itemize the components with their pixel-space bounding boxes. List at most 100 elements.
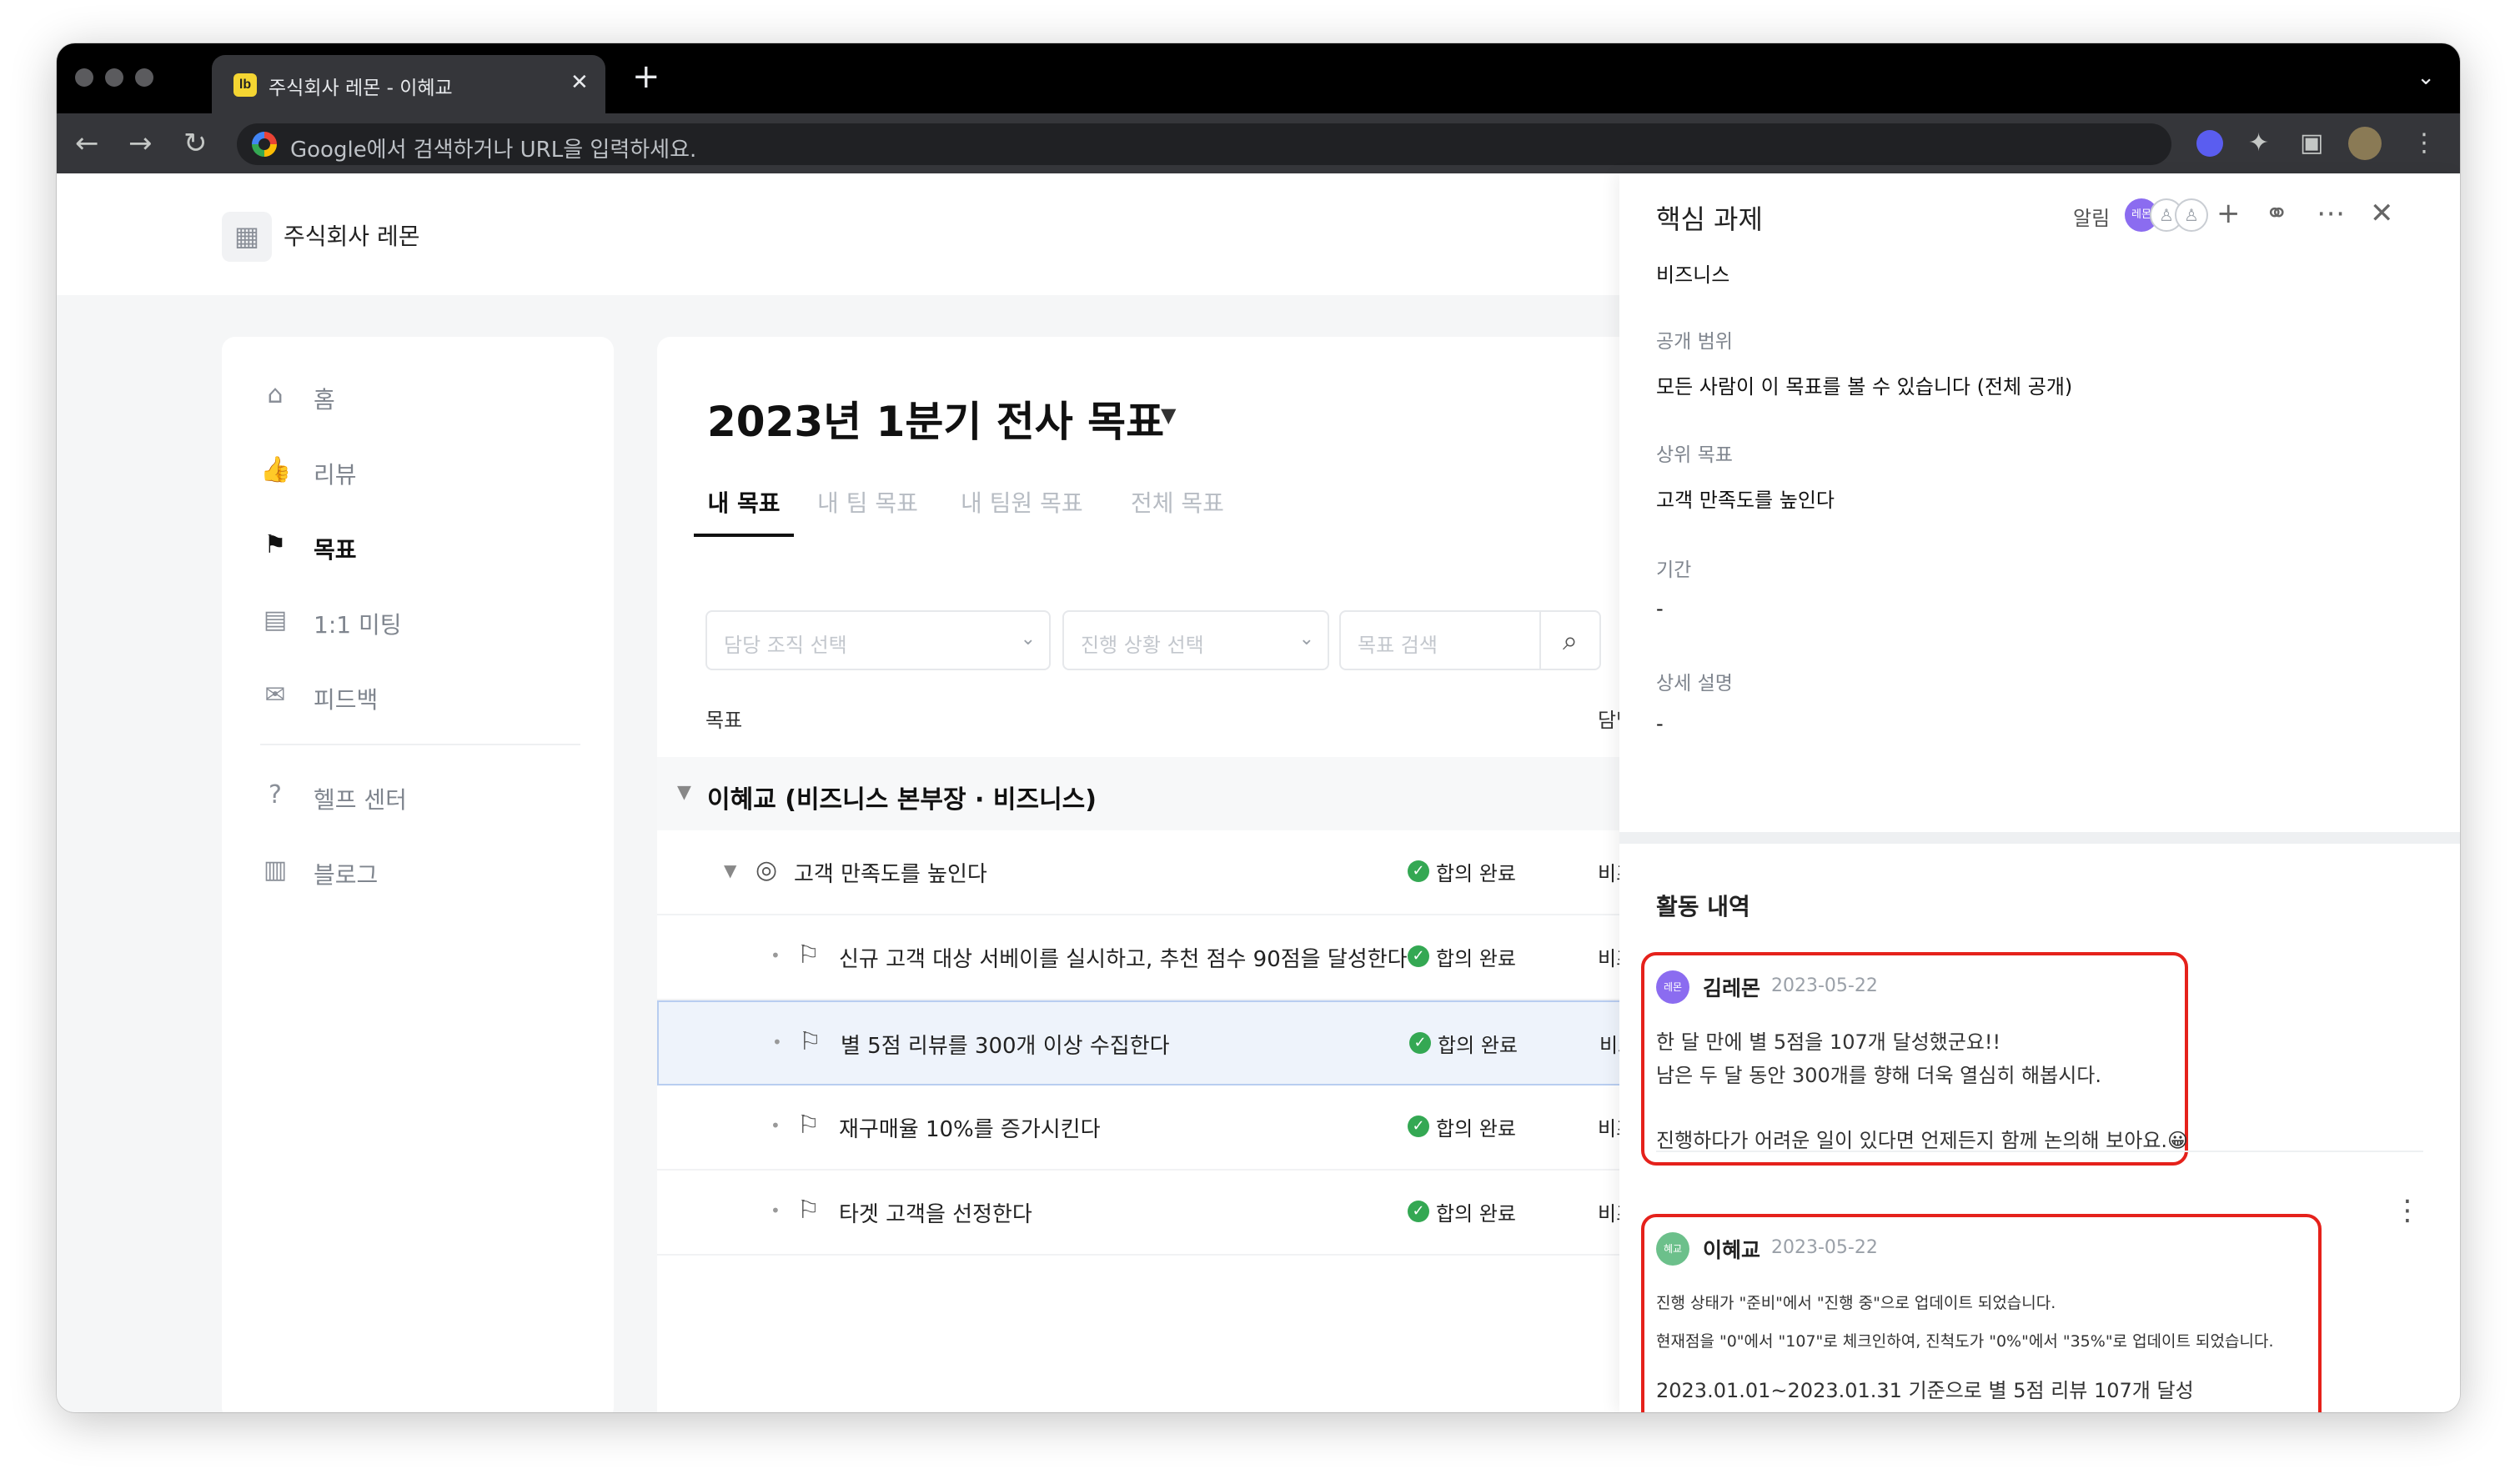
sidebar-item-help[interactable]: ? 헬프 센터 [260,774,577,815]
chevron-down-icon: ⌄ [1020,629,1036,649]
org-select[interactable]: 담당 조직 선택 ⌄ [705,610,1051,670]
sidebar-item-label: 블로그 [314,861,379,889]
org-select-placeholder: 담당 조직 선택 [724,634,847,657]
sidebar-item-blog[interactable]: ▥ 블로그 [260,849,577,890]
sidebar-divider [260,744,580,745]
goal-title: 신규 고객 대상 서베이를 실시하고, 추천 점수 90점을 달성한다 [839,947,1408,972]
tab-label: 내 목표 [707,489,781,517]
status-badge: 합의 완료 [1436,862,1516,885]
maximize-window-button[interactable] [135,68,153,87]
title-dropdown-icon[interactable]: ▼ [1161,404,1176,427]
reload-icon[interactable]: ↻ [183,125,208,162]
search-icon[interactable]: ⌕ [1539,610,1601,670]
app-body: ▦ 주식회사 레몬 ⌂ 홈 👍 리뷰 ⚑ 목표 ▤ 1:1 미팅 ✉ 피드백 ?… [57,173,2460,1412]
comment-text-line: 남은 두 달 동안 300개를 향해 더욱 열심히 해봅시다. [1656,1064,2101,1087]
comment-date: 2023-05-22 [1771,975,1878,996]
sidebar-item-label: 홈 [314,386,335,414]
mail-icon: ✉ [264,680,286,709]
side-panel-icon[interactable]: ▣ [2300,127,2323,160]
table-row[interactable]: • ⚐ 타겟 고객을 선정한다 ✓ 합의 완료 비즈니스 [657,1171,1691,1256]
sidebar-item-feedback[interactable]: ✉ 피드백 [260,674,577,715]
home-icon: ⌂ [267,380,284,409]
close-icon[interactable]: ✕ [2370,195,2394,232]
avatar: 혜교 [1656,1232,1689,1266]
sidebar: ⌂ 홈 👍 리뷰 ⚑ 목표 ▤ 1:1 미팅 ✉ 피드백 ? 헬프 센터 ▥ 블… [222,337,614,1412]
tab-search-chevron-icon[interactable]: ⌄ [2417,65,2435,90]
profile-avatar[interactable] [2348,127,2382,160]
tab-all-goals[interactable]: 전체 목표 [1131,485,1224,537]
caret-down-icon[interactable]: ▼ [724,860,736,880]
status-badge: 합의 완료 [1436,1202,1516,1226]
minimize-window-button[interactable] [105,68,123,87]
comment-author: 이혜교 [1703,1238,1761,1262]
tab-my-goals[interactable]: 내 목표 [694,485,794,537]
add-icon[interactable]: + [2216,195,2241,232]
goals-main: 2023년 1분기 전사 목표 ▼ 내 목표 내 팀 목표 내 팀원 목표 전체… [657,337,1691,1412]
sidebar-item-home[interactable]: ⌂ 홈 [260,374,577,415]
browser-tab[interactable]: lb 주식회사 레몬 - 이혜교 ✕ [212,55,605,113]
status-select[interactable]: 진행 상황 선택 ⌄ [1062,610,1329,670]
more-horizontal-icon[interactable]: ⋯ [2317,195,2345,232]
status-select-placeholder: 진행 상황 선택 [1081,634,1204,657]
help-icon: ? [269,780,282,810]
alert-label[interactable]: 알림 [2073,202,2110,231]
update-text-line: 현재점을 "0"에서 "107"로 체크인하여, 진척도가 "0%"에서 "35… [1656,1332,2274,1351]
tab-member-goals[interactable]: 내 팀원 목표 [961,485,1083,537]
period-value: - [1656,597,1664,620]
table-row[interactable]: • ⚐ 신규 고객 대상 서베이를 실시하고, 추천 점수 90점을 달성한다 … [657,915,1691,1000]
comment-text-line: 한 달 만에 별 5점을 107개 달성했군요!! [1656,1030,2001,1054]
goal-search-input[interactable]: 목표 검색 [1339,610,1543,670]
update-text-line: 진행 상태가 "준비"에서 "진행 중"으로 업데이트 되었습니다. [1656,1294,2056,1312]
forward-arrow-icon[interactable]: → [128,125,153,162]
close-window-button[interactable] [75,68,93,87]
goal-title: 고객 만족도를 높인다 [794,862,987,887]
browser-window: lb 주식회사 레몬 - 이혜교 ✕ + ⌄ ← → ↻ Google에서 검색… [57,43,2460,1412]
back-arrow-icon[interactable]: ← [75,125,99,162]
tab-team-goals[interactable]: 내 팀 목표 [817,485,918,537]
goal-title: 별 5점 리뷰를 300개 이상 수집한다 [841,1034,1170,1059]
link-icon[interactable]: ⚭ [2265,195,2289,232]
user-icon[interactable]: ♙ [2175,198,2208,232]
flag-outline-icon: ⚐ [797,1110,820,1140]
company-name[interactable]: 주식회사 레몬 [284,218,419,252]
sidebar-item-review[interactable]: 👍 리뷰 [260,449,577,490]
sidebar-item-meeting[interactable]: ▤ 1:1 미팅 [260,599,577,640]
parent-goal-value[interactable]: 고객 만족도를 높인다 [1656,484,1835,513]
goal-detail-panel: 핵심 과제 알림 레몬 ♙ ♙ + ⚭ ⋯ ✕ 비즈니스 공개 범위 모든 사람… [1619,173,2460,1412]
caret-down-icon[interactable]: ▼ [677,782,691,803]
check-circle-icon: ✓ [1408,1201,1429,1222]
thumbs-up-icon: 👍 [260,455,292,484]
address-bar[interactable]: Google에서 검색하거나 URL을 입력하세요. [237,123,2171,165]
bullet-icon: • [771,945,781,965]
new-tab-button[interactable]: + [632,60,660,93]
table-row[interactable]: • ⚐ 재구매율 10%를 증가시킨다 ✓ 합의 완료 비즈니스 [657,1085,1691,1171]
status-badge: 합의 완료 [1438,1034,1518,1057]
browser-menu-icon[interactable]: ⋮ [2412,127,2437,160]
blog-icon: ▥ [263,855,288,885]
tab-close-icon[interactable]: ✕ [570,68,589,97]
goal-group-header[interactable]: ▼ 이혜교 (비즈니스 본부장 · 비즈니스) [657,757,1691,830]
check-circle-icon: ✓ [1408,1116,1429,1137]
sidebar-item-label: 목표 [314,536,357,564]
table-row-selected[interactable]: • ⚐ 별 5점 리뷰를 300개 이상 수집한다 ✓ 합의 완료 비즈니스 [657,1000,1691,1085]
target-icon: ◎ [756,855,778,885]
sidebar-item-label: 피드백 [314,686,379,714]
sidebar-item-goals[interactable]: ⚑ 목표 [260,524,577,565]
status-badge: 합의 완료 [1436,947,1516,970]
activity-comment: 레몬 김레몬 2023-05-22 한 달 만에 별 5점을 107개 달성했군… [1641,952,2188,1166]
extensions-puzzle-icon[interactable]: ✦ [2248,127,2269,160]
comment-more-icon[interactable]: ⋮ [2393,1194,2422,1227]
comment-text-line: 2023.01.01~2023.01.31 기준으로 별 5점 리뷰 107개 … [1656,1379,2194,1402]
tab-title: 주식회사 레몬 - 이혜교 [269,78,453,99]
sidebar-item-label: 리뷰 [314,461,357,489]
goal-title: 타겟 고객을 선정한다 [839,1202,1032,1227]
table-row[interactable]: ▼ ◎ 고객 만족도를 높인다 ✓ 합의 완료 비즈니스 [657,830,1691,915]
visibility-value: 모든 사람이 이 목표를 볼 수 있습니다 (전체 공개) [1656,375,2073,399]
extension-icon[interactable] [2196,130,2223,157]
group-title: 이혜교 (비즈니스 본부장 · 비즈니스) [707,785,1097,815]
chat-icon: ▤ [263,605,288,634]
bullet-icon: • [772,1032,782,1052]
page-title: 2023년 1분기 전사 목표 [707,398,1165,446]
org-value: 비즈니스 [1656,263,1730,287]
parent-goal-label: 상위 목표 [1656,444,1733,466]
